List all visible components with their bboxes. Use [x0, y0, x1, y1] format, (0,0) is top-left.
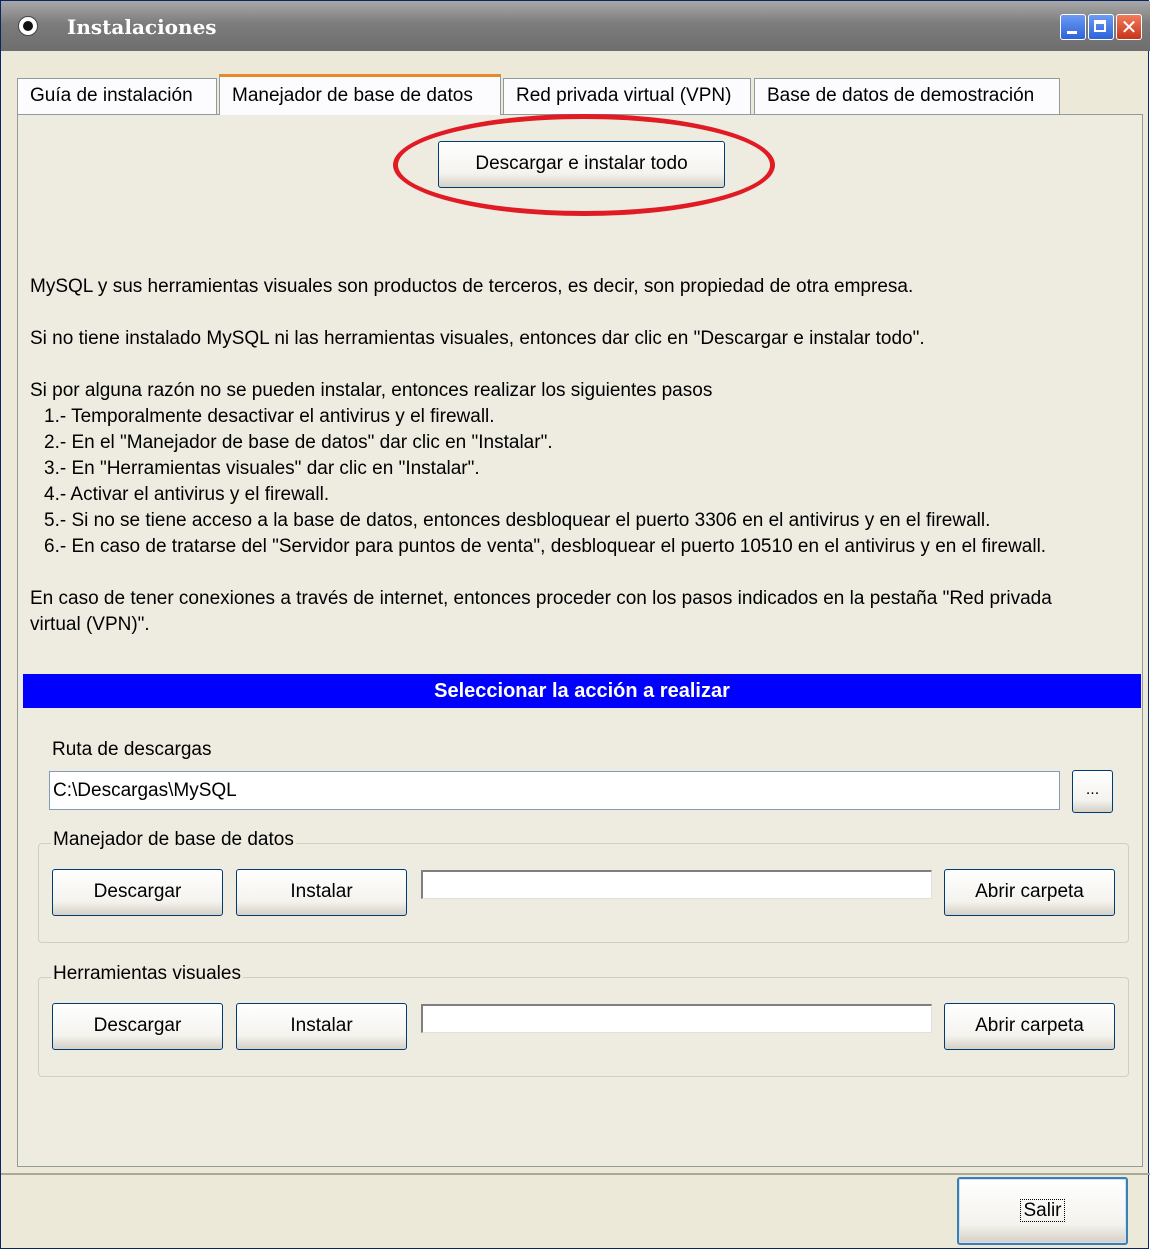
third-party-note: MySQL y sus herramientas visuales son pr… [30, 276, 914, 297]
vpn-note-line1: En caso de tener conexiones a través de … [30, 588, 1052, 609]
tools-progress-bar [421, 1004, 932, 1033]
exit-button-label: Salir [1020, 1199, 1065, 1222]
install-hint: Si no tiene instalado MySQL ni las herra… [30, 328, 925, 349]
section-header: Seleccionar la acción a realizar [23, 674, 1141, 708]
close-icon[interactable]: ✕ [1116, 14, 1142, 40]
window-title: Instalaciones [67, 15, 217, 39]
group-label-visual-tools: Herramientas visuales [51, 963, 243, 985]
tab-demo-database[interactable]: Base de datos de demostración [754, 78, 1060, 114]
tools-download-button[interactable]: Descargar [52, 1003, 223, 1050]
download-path-input[interactable]: C:\Descargas\MySQL [49, 771, 1060, 810]
browse-button[interactable]: ... [1072, 770, 1113, 813]
exit-button[interactable]: Salir [957, 1177, 1128, 1245]
vpn-note-line2: virtual (VPN)". [30, 614, 150, 635]
db-progress-bar [421, 870, 932, 899]
installations-window: Instalaciones ✕ Guía de instalación Mane… [0, 0, 1150, 1249]
step-item: 6.- En caso de tratarse del "Servidor pa… [44, 536, 1047, 557]
step-item: 5.- Si no se tiene acceso a la base de d… [44, 510, 991, 531]
db-install-button[interactable]: Instalar [236, 869, 407, 916]
step-item: 4.- Activar el antivirus y el firewall. [44, 484, 330, 505]
tools-open-folder-button[interactable]: Abrir carpeta [944, 1003, 1115, 1050]
db-open-folder-button[interactable]: Abrir carpeta [944, 869, 1115, 916]
step-item: 2.- En el "Manejador de base de datos" d… [44, 432, 553, 453]
steps-intro: Si por alguna razón no se pueden instala… [30, 380, 713, 401]
db-download-button[interactable]: Descargar [52, 869, 223, 916]
app-icon [18, 16, 38, 36]
step-item: 1.- Temporalmente desactivar el antiviru… [44, 406, 495, 427]
minimize-icon[interactable] [1060, 14, 1086, 40]
tab-installation-guide[interactable]: Guía de instalación [17, 78, 217, 114]
tab-database-manager[interactable]: Manejador de base de datos [219, 74, 501, 115]
step-item: 3.- En "Herramientas visuales" dar clic … [44, 458, 480, 479]
tools-install-button[interactable]: Instalar [236, 1003, 407, 1050]
maximize-icon[interactable] [1088, 14, 1114, 40]
title-bar[interactable]: Instalaciones ✕ [1, 1, 1150, 51]
download-path-label: Ruta de descargas [52, 739, 212, 760]
footer-divider [1, 1173, 1150, 1175]
download-install-all-button[interactable]: Descargar e instalar todo [438, 141, 725, 188]
steps-list: Si por alguna razón no se pueden instala… [30, 378, 1046, 560]
group-label-database-manager: Manejador de base de datos [51, 829, 296, 851]
tab-vpn[interactable]: Red privada virtual (VPN) [503, 78, 751, 114]
